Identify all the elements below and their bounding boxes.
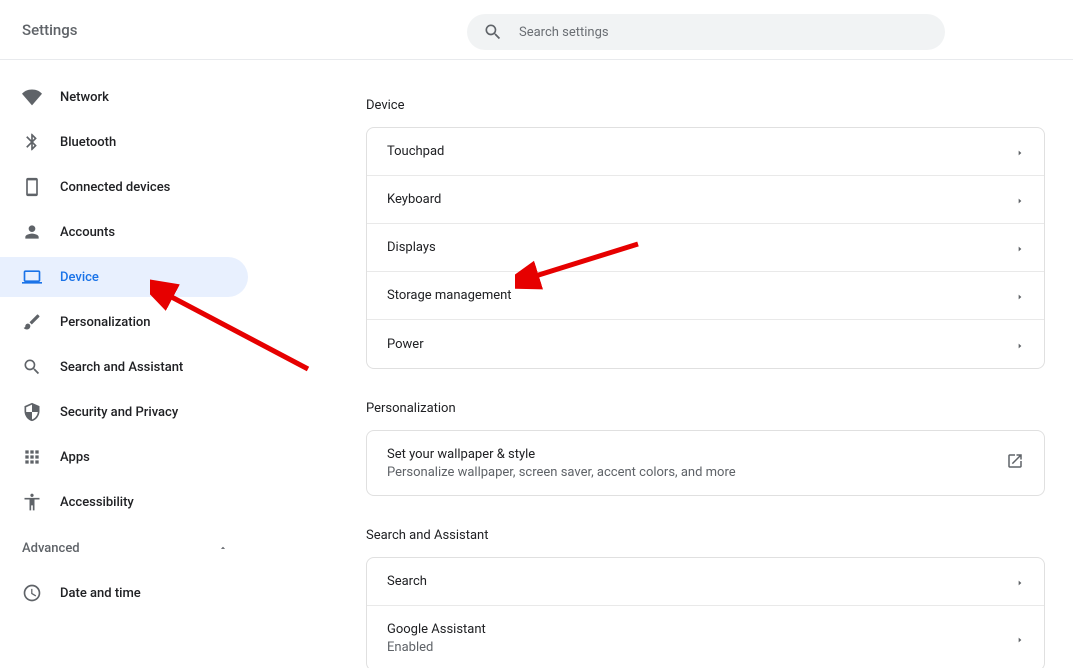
row-label: Google Assistant <box>387 622 486 637</box>
chevron-right-icon <box>1016 572 1024 591</box>
sidebar-item-label: Bluetooth <box>60 135 116 150</box>
main-content: Device Touchpad Keyboard Displays Storag… <box>248 60 1073 668</box>
row-displays[interactable]: Displays <box>367 224 1044 272</box>
sidebar-item-device[interactable]: Device <box>0 257 248 297</box>
row-touchpad[interactable]: Touchpad <box>367 128 1044 176</box>
sidebar-item-label: Security and Privacy <box>60 405 178 420</box>
wifi-icon <box>22 87 42 107</box>
row-label: Storage management <box>387 288 512 303</box>
search-icon <box>22 357 42 377</box>
search-icon <box>483 22 503 42</box>
device-card: Touchpad Keyboard Displays Storage manag… <box>366 127 1045 369</box>
sidebar-item-network[interactable]: Network <box>0 77 248 117</box>
person-icon <box>22 222 42 242</box>
row-subtitle: Personalize wallpaper, screen saver, acc… <box>387 465 736 480</box>
search-assistant-card: Search Google Assistant Enabled <box>366 557 1045 668</box>
section-title-search-assistant: Search and Assistant <box>366 528 1045 543</box>
chevron-right-icon <box>1016 190 1024 209</box>
advanced-label: Advanced <box>22 541 80 556</box>
row-power[interactable]: Power <box>367 320 1044 368</box>
sidebar-item-label: Personalization <box>60 315 151 330</box>
sidebar-item-label: Device <box>60 270 99 285</box>
sidebar-item-bluetooth[interactable]: Bluetooth <box>0 122 248 162</box>
sidebar-item-accounts[interactable]: Accounts <box>0 212 248 252</box>
personalization-card: Set your wallpaper & style Personalize w… <box>366 430 1045 496</box>
sidebar-item-connected-devices[interactable]: Connected devices <box>0 167 248 207</box>
chevron-right-icon <box>1016 629 1024 648</box>
apps-icon <box>22 447 42 467</box>
sidebar-item-date-time[interactable]: Date and time <box>0 573 248 613</box>
bluetooth-icon <box>22 132 42 152</box>
sidebar-item-accessibility[interactable]: Accessibility <box>0 482 248 522</box>
row-label: Displays <box>387 240 436 255</box>
sidebar-item-search-assistant[interactable]: Search and Assistant <box>0 347 248 387</box>
chevron-up-icon <box>218 543 228 553</box>
sidebar-advanced-toggle[interactable]: Advanced <box>0 528 248 568</box>
sidebar-item-label: Network <box>60 90 109 105</box>
row-subtitle: Enabled <box>387 640 486 655</box>
row-search[interactable]: Search <box>367 558 1044 606</box>
devices-icon <box>22 177 42 197</box>
search-container[interactable] <box>467 14 945 50</box>
search-input[interactable] <box>519 25 929 40</box>
row-keyboard[interactable]: Keyboard <box>367 176 1044 224</box>
laptop-icon <box>22 267 42 287</box>
chevron-right-icon <box>1016 238 1024 257</box>
clock-icon <box>22 583 42 603</box>
accessibility-icon <box>22 492 42 512</box>
row-label: Power <box>387 337 424 352</box>
sidebar-item-label: Accounts <box>60 225 115 240</box>
row-label: Set your wallpaper & style <box>387 447 736 462</box>
sidebar-item-label: Connected devices <box>60 180 170 195</box>
settings-header: Settings <box>0 0 1073 60</box>
shield-icon <box>22 402 42 422</box>
sidebar-item-label: Date and time <box>60 586 141 601</box>
external-link-icon <box>1006 452 1024 474</box>
sidebar-item-label: Accessibility <box>60 495 134 510</box>
sidebar-item-label: Search and Assistant <box>60 360 183 375</box>
row-text: Google Assistant Enabled <box>387 622 486 655</box>
sidebar: Network Bluetooth Connected devices Acco… <box>0 60 248 668</box>
section-title-device: Device <box>366 98 1045 113</box>
row-google-assistant[interactable]: Google Assistant Enabled <box>367 606 1044 668</box>
section-title-personalization: Personalization <box>366 401 1045 416</box>
chevron-right-icon <box>1016 142 1024 161</box>
sidebar-item-apps[interactable]: Apps <box>0 437 248 477</box>
row-text: Set your wallpaper & style Personalize w… <box>387 447 736 480</box>
row-label: Touchpad <box>387 144 444 159</box>
chevron-right-icon <box>1016 335 1024 354</box>
row-label: Search <box>387 574 427 589</box>
chevron-right-icon <box>1016 286 1024 305</box>
row-label: Keyboard <box>387 192 441 207</box>
sidebar-item-personalization[interactable]: Personalization <box>0 302 248 342</box>
sidebar-item-security-privacy[interactable]: Security and Privacy <box>0 392 248 432</box>
row-storage-management[interactable]: Storage management <box>367 272 1044 320</box>
row-wallpaper-style[interactable]: Set your wallpaper & style Personalize w… <box>367 431 1044 495</box>
page-title: Settings <box>22 21 78 39</box>
sidebar-item-label: Apps <box>60 450 90 465</box>
brush-icon <box>22 312 42 332</box>
